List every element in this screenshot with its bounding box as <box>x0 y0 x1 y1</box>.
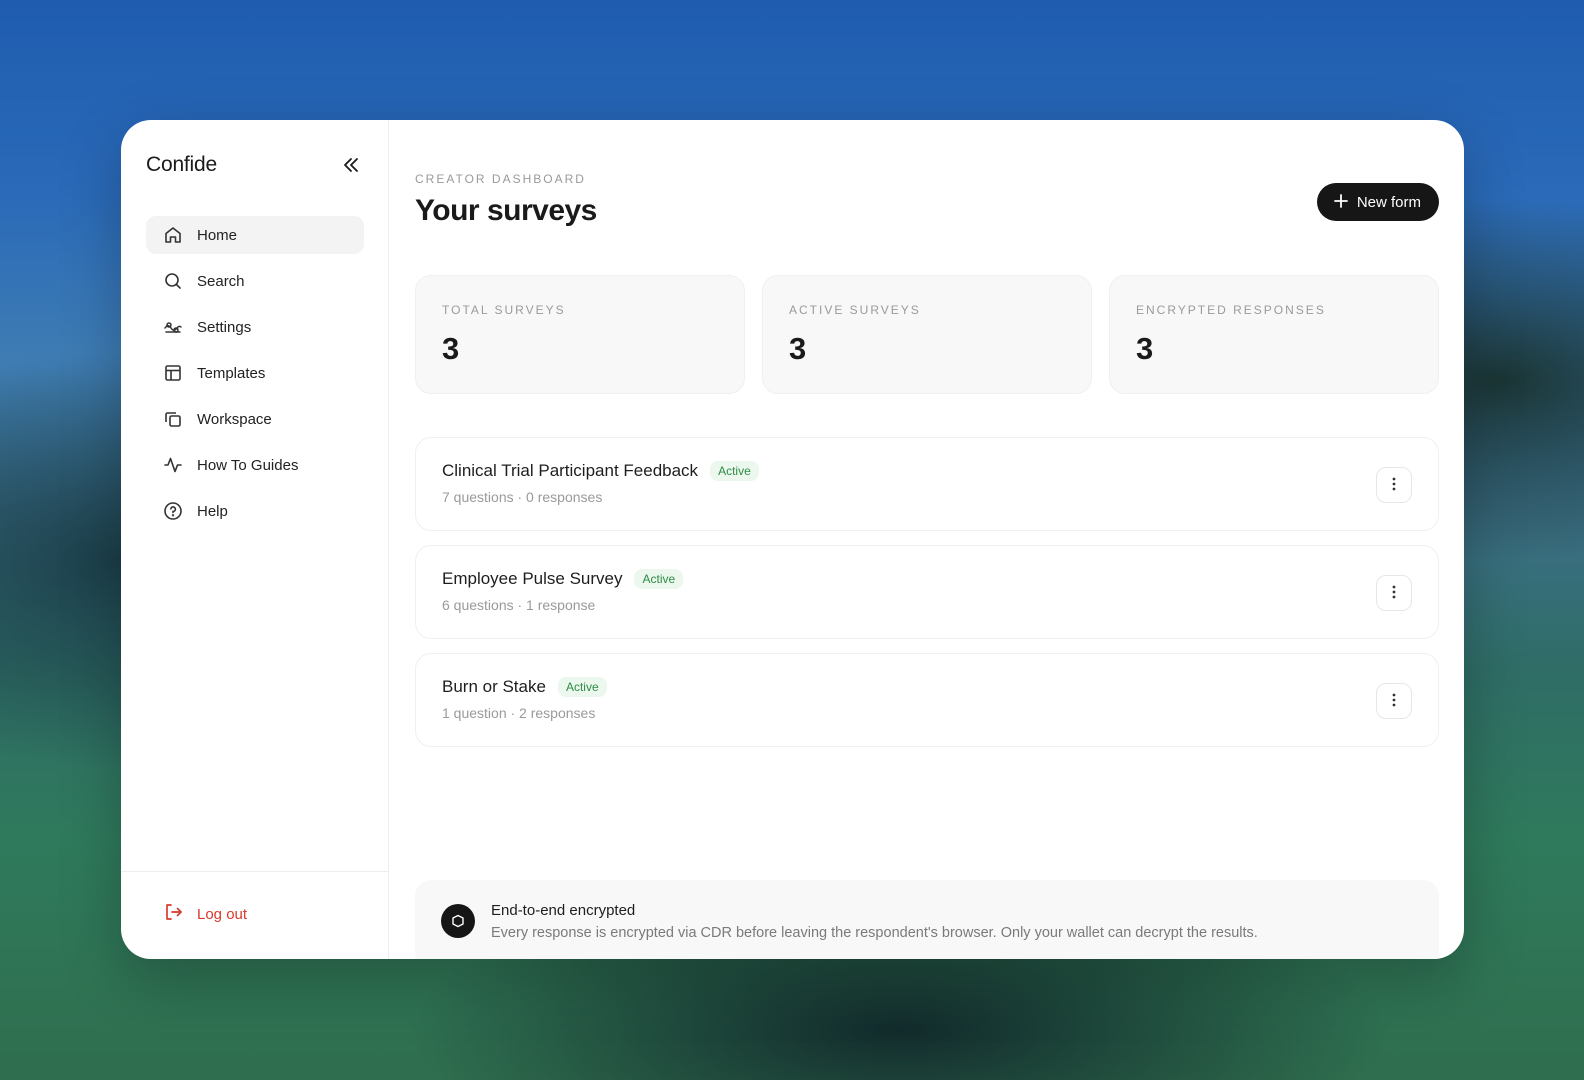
survey-row[interactable]: Burn or Stake Active 1 question · 2 resp… <box>415 653 1439 747</box>
sidebar-item-home[interactable]: Home <box>146 216 364 254</box>
shield-icon <box>441 904 475 938</box>
new-form-label: New form <box>1356 193 1421 211</box>
sidebar-item-search[interactable]: Search <box>146 262 364 300</box>
more-options-button[interactable] <box>1376 467 1412 503</box>
sidebar-item-label: Settings <box>197 318 252 336</box>
sidebar-item-label: Templates <box>197 364 266 382</box>
stat-label: TOTAL SURVEYS <box>442 303 566 317</box>
status-badge: Active <box>710 461 759 481</box>
home-icon <box>163 225 183 245</box>
activity-icon <box>163 455 183 475</box>
status-badge: Active <box>634 569 684 589</box>
stat-value: 3 <box>1136 331 1154 366</box>
survey-name[interactable]: Burn or Stake <box>442 677 546 697</box>
page-title: Your surveys <box>415 194 597 227</box>
sidebar-nav: Home Search Settings Templates Workspace… <box>146 216 364 538</box>
stat-value: 3 <box>789 331 807 366</box>
survey-row[interactable]: Clinical Trial Participant Feedback Acti… <box>415 437 1439 531</box>
survey-name[interactable]: Clinical Trial Participant Feedback <box>442 461 698 481</box>
survey-meta: 6 questions · 1 response <box>442 597 596 613</box>
stat-label: ACTIVE SURVEYS <box>789 303 921 317</box>
sidebar-item-label: How To Guides <box>197 456 299 474</box>
encryption-title: End-to-end encrypted <box>491 902 636 919</box>
survey-row[interactable]: Employee Pulse Survey Active 6 questions… <box>415 545 1439 639</box>
sidebar-item-label: Help <box>197 502 228 520</box>
plus-icon <box>1333 192 1349 212</box>
sidebar-item-how-to-guides[interactable]: How To Guides <box>146 446 364 484</box>
sidebar-footer: Log out <box>121 871 388 959</box>
settings-icon <box>163 317 183 337</box>
sidebar-item-templates[interactable]: Templates <box>146 354 364 392</box>
sidebar-item-label: Home <box>197 226 238 244</box>
logout-button[interactable]: Log out <box>163 902 247 926</box>
encryption-description: Every response is encrypted via CDR befo… <box>491 925 1258 941</box>
sidebar-item-settings[interactable]: Settings <box>146 308 364 346</box>
stat-card-active-surveys: ACTIVE SURVEYS 3 <box>762 275 1092 394</box>
search-icon <box>163 271 183 291</box>
survey-meta: 1 question · 2 responses <box>442 705 596 721</box>
stat-label: ENCRYPTED RESPONSES <box>1136 303 1326 317</box>
brand-row: Confide <box>146 150 364 180</box>
page-kicker: CREATOR DASHBOARD <box>415 172 586 186</box>
templates-icon <box>163 363 183 383</box>
logout-icon <box>163 902 183 926</box>
survey-name[interactable]: Employee Pulse Survey <box>442 569 622 589</box>
more-vertical-icon <box>1392 692 1396 711</box>
stat-card-total-surveys: TOTAL SURVEYS 3 <box>415 275 745 394</box>
brand-logo: Confide <box>146 153 217 176</box>
stats-row: TOTAL SURVEYS 3 ACTIVE SURVEYS 3 ENCRYPT… <box>415 275 1439 394</box>
sidebar-item-help[interactable]: Help <box>146 492 364 530</box>
survey-list: Clinical Trial Participant Feedback Acti… <box>415 437 1439 761</box>
more-vertical-icon <box>1392 584 1396 603</box>
survey-meta: 7 questions · 0 responses <box>442 489 603 505</box>
more-vertical-icon <box>1392 476 1396 495</box>
more-options-button[interactable] <box>1376 683 1412 719</box>
new-form-button[interactable]: New form <box>1316 183 1439 221</box>
encryption-notice: End-to-end encrypted Every response is e… <box>415 880 1439 959</box>
main-content: CREATOR DASHBOARD Your surveys New form … <box>389 120 1464 959</box>
sidebar-item-label: Workspace <box>197 410 272 428</box>
stat-value: 3 <box>442 331 460 366</box>
more-options-button[interactable] <box>1376 575 1412 611</box>
logout-label: Log out <box>197 905 248 923</box>
status-badge: Active <box>557 677 607 697</box>
sidebar-item-label: Search <box>197 272 245 290</box>
stat-card-encrypted-responses: ENCRYPTED RESPONSES 3 <box>1109 275 1439 394</box>
workspace-icon <box>163 409 183 429</box>
app-window: Confide Home Search Settings Templates W… <box>121 120 1464 959</box>
collapse-sidebar-icon[interactable] <box>338 152 364 178</box>
help-icon <box>163 501 183 521</box>
sidebar: Confide Home Search Settings Templates W… <box>121 120 389 959</box>
sidebar-item-workspace[interactable]: Workspace <box>146 400 364 438</box>
